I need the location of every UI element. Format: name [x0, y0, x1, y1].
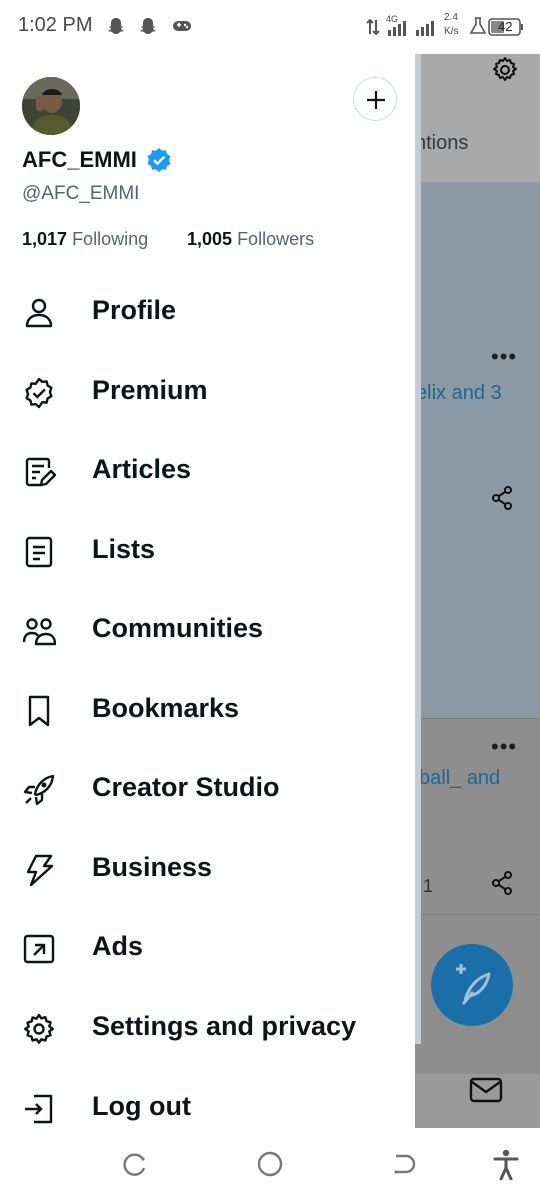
timeline-background: ntions ••• elix and 3 ••• ball_ and 1 [415, 54, 540, 1128]
divider [415, 914, 540, 915]
menu-item-label: Communities [92, 613, 264, 643]
mail-icon[interactable] [469, 1076, 503, 1109]
premium-badge-icon [22, 376, 56, 410]
following-label: Following [72, 229, 149, 249]
battery-level: 42 [498, 19, 513, 34]
menu-item-label: Profile [92, 295, 177, 325]
recents-icon[interactable] [122, 1152, 148, 1183]
communities-icon [22, 614, 57, 648]
post-card[interactable] [415, 182, 540, 718]
menu-item-label: Bookmarks [92, 693, 240, 723]
menu-item-label: Business [92, 852, 213, 882]
menu-item-premium[interactable]: Premium [0, 354, 415, 426]
bookmark-icon [22, 694, 56, 728]
status-time: 1:02 PM [18, 14, 93, 36]
accessibility-icon[interactable] [492, 1148, 520, 1185]
gear-icon [22, 1012, 56, 1046]
handle: @AFC_EMMI [22, 183, 140, 204]
game-controller-icon [172, 18, 192, 39]
more-icon[interactable]: ••• [491, 344, 517, 370]
menu-item-creator-studio[interactable]: Creator Studio [0, 751, 415, 823]
menu-item-label: Creator Studio [92, 772, 280, 802]
share-icon[interactable] [491, 871, 513, 900]
menu-item-bookmarks[interactable]: Bookmarks [0, 672, 415, 744]
post-text[interactable]: elix and 3 [416, 382, 502, 405]
menu-item-label: Log out [92, 1091, 191, 1121]
menu-item-articles[interactable]: Articles [0, 433, 415, 505]
post-text[interactable]: ball_ and [419, 767, 500, 790]
add-account-button[interactable] [353, 77, 397, 121]
logout-icon [22, 1092, 56, 1126]
data-arrows-icon [366, 18, 380, 41]
followers-link[interactable]: 1,005 Followers [187, 229, 314, 250]
menu-item-ads[interactable]: Ads [0, 910, 415, 982]
list-icon [22, 535, 56, 569]
menu-item-label: Articles [92, 454, 192, 484]
ads-arrow-icon [22, 932, 56, 966]
net-speed-unit: K/s [444, 26, 459, 37]
compose-button[interactable] [431, 944, 513, 1026]
compose-feather-icon [456, 964, 491, 1005]
menu-item-business[interactable]: Business [0, 831, 415, 903]
lightning-icon [22, 853, 56, 887]
navigation-drawer: AFC_EMMI @AFC_EMMI 1,017 Following 1,005… [0, 54, 415, 1128]
menu-item-communities[interactable]: Communities [0, 592, 415, 664]
plus-icon [367, 91, 385, 109]
menu-item-settings[interactable]: Settings and privacy [0, 990, 415, 1062]
menu-item-profile[interactable]: Profile [0, 274, 415, 346]
verified-badge-icon [146, 147, 172, 178]
following-count: 1,017 [22, 229, 68, 249]
share-icon[interactable] [491, 486, 513, 515]
status-bar: 1:02 PM 4G 2.4 K/s 42 [0, 0, 540, 54]
followers-count: 1,005 [187, 229, 233, 249]
more-icon[interactable]: ••• [491, 734, 517, 760]
menu-item-label: Premium [92, 375, 208, 405]
divider [415, 718, 540, 719]
menu-item-label: Settings and privacy [92, 1011, 357, 1041]
lab-flask-icon [469, 17, 487, 40]
gear-icon[interactable] [491, 56, 519, 89]
system-nav-bar [0, 1128, 540, 1200]
snapchat-icon [138, 16, 158, 41]
tab-mentions[interactable]: ntions [415, 132, 468, 155]
rocket-icon [22, 773, 56, 807]
timeline-header: ntions [415, 54, 540, 182]
post-count: 1 [423, 876, 434, 896]
article-edit-icon [22, 455, 57, 489]
display-name[interactable]: AFC_EMMI [22, 147, 137, 173]
person-icon [22, 296, 56, 330]
menu-item-lists[interactable]: Lists [0, 513, 415, 585]
home-icon[interactable] [256, 1150, 284, 1183]
snapchat-icon [106, 16, 126, 41]
back-icon[interactable] [392, 1152, 418, 1183]
signal-icon [386, 20, 408, 41]
drawer-edge [415, 54, 421, 1044]
menu-item-label: Lists [92, 534, 156, 564]
net-speed-value: 2.4 [444, 12, 458, 23]
menu-item-label: Ads [92, 931, 144, 961]
avatar[interactable] [22, 77, 80, 135]
following-link[interactable]: 1,017 Following [22, 229, 148, 250]
followers-label: Followers [237, 229, 315, 249]
signal-icon [414, 20, 436, 41]
